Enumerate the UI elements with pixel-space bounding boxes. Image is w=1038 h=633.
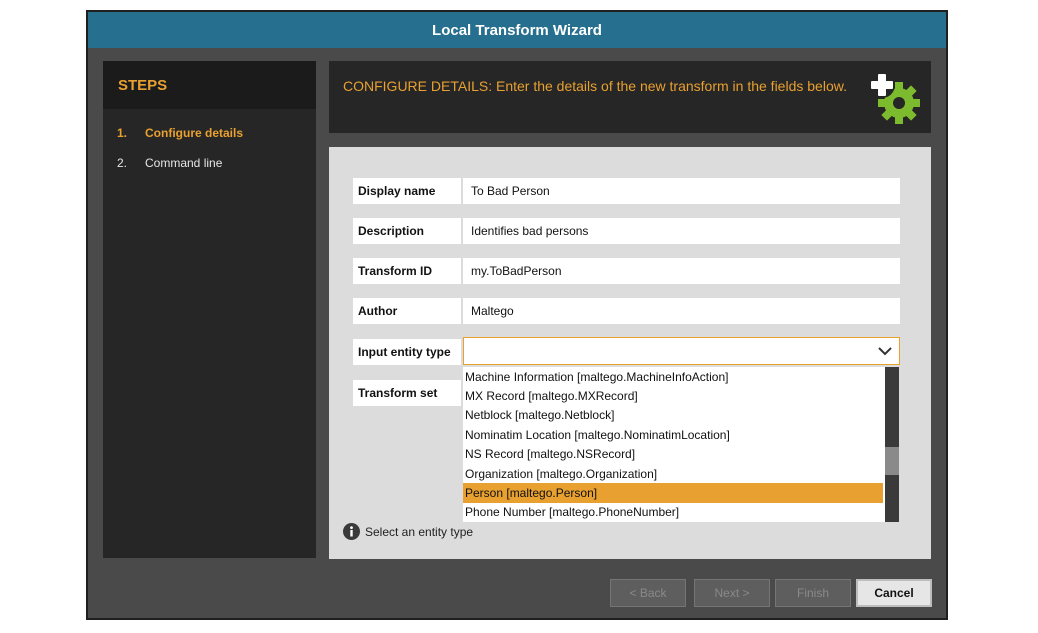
transform-set-label: Transform set (353, 380, 461, 406)
entity-type-dropdown-list[interactable]: Machine Information [maltego.MachineInfo… (463, 367, 899, 522)
description-label: Description (353, 218, 461, 244)
transform-id-field[interactable]: my.ToBadPerson (463, 258, 900, 284)
input-entity-type-label: Input entity type (353, 339, 461, 365)
back-button[interactable]: < Back (610, 579, 686, 607)
scrollbar-thumb[interactable] (885, 447, 899, 475)
hint-message: Select an entity type (343, 523, 473, 540)
step-label: Configure details (145, 126, 244, 140)
cancel-button[interactable]: Cancel (856, 579, 932, 607)
steps-header: STEPS (103, 61, 316, 109)
description-field[interactable]: Identifies bad persons (463, 218, 900, 244)
details-instructions: CONFIGURE DETAILS: Enter the details of … (343, 78, 847, 94)
dropdown-option[interactable]: MX Record [maltego.MXRecord] (463, 386, 883, 405)
plus-gear-icon (869, 72, 920, 124)
dropdown-option[interactable]: Machine Information [maltego.MachineInfo… (463, 367, 883, 386)
dropdown-scrollbar[interactable] (885, 367, 899, 522)
step-label: Command line (145, 156, 223, 170)
display-name-label: Display name (353, 178, 461, 204)
dropdown-option[interactable]: Nominatim Location [maltego.NominatimLoc… (463, 425, 883, 444)
author-label: Author (353, 298, 461, 324)
step-command-line[interactable]: 2. Command line (103, 148, 316, 178)
window-title: Local Transform Wizard (88, 12, 946, 48)
dropdown-option[interactable]: NS Record [maltego.NSRecord] (463, 445, 883, 464)
display-name-field[interactable]: To Bad Person (463, 178, 900, 204)
input-entity-type-select[interactable] (463, 337, 900, 365)
finish-button[interactable]: Finish (775, 579, 851, 607)
form-panel: Display name To Bad Person Description I… (329, 147, 931, 559)
transform-id-label: Transform ID (353, 258, 461, 284)
info-icon (343, 523, 360, 540)
dropdown-option[interactable]: Netblock [maltego.Netblock] (463, 406, 883, 425)
chevron-down-icon[interactable] (877, 344, 893, 358)
dropdown-option[interactable]: Organization [maltego.Organization] (463, 464, 883, 483)
dropdown-option-highlighted[interactable]: Person [maltego.Person] (463, 483, 883, 503)
step-number: 1. (117, 126, 128, 140)
author-field[interactable]: Maltego (463, 298, 900, 324)
details-header: CONFIGURE DETAILS: Enter the details of … (329, 61, 931, 133)
steps-panel: STEPS 1. Configure details 2. Command li… (103, 61, 316, 558)
wizard-window: Local Transform Wizard STEPS 1. Configur… (86, 10, 948, 620)
hint-text: Select an entity type (365, 524, 474, 539)
step-number: 2. (117, 156, 128, 170)
dropdown-option[interactable]: Phone Number [maltego.PhoneNumber] (463, 503, 883, 522)
next-button[interactable]: Next > (694, 579, 770, 607)
step-configure-details[interactable]: 1. Configure details (103, 118, 316, 148)
